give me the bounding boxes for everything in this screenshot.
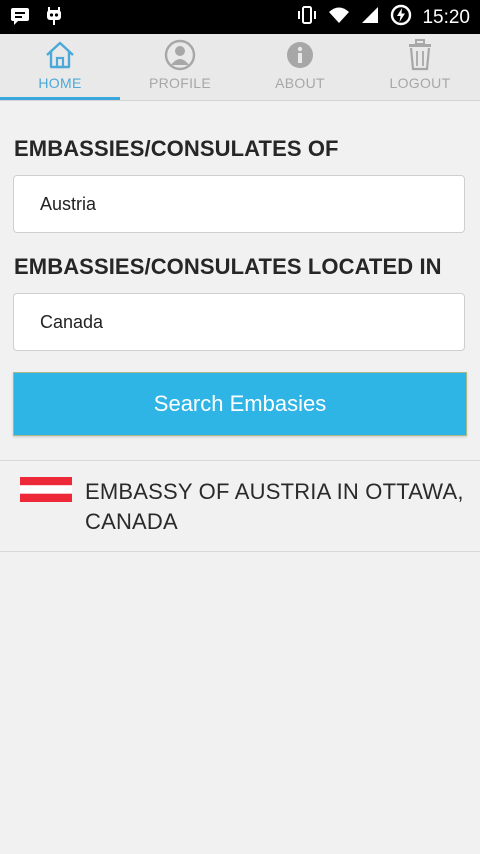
profile-icon bbox=[164, 39, 196, 71]
tab-profile[interactable]: PROFILE bbox=[120, 34, 240, 100]
embassies-of-label: EMBASSIES/CONSULATES OF bbox=[14, 136, 339, 161]
embassies-located-in-label: EMBASSIES/CONSULATES LOCATED IN bbox=[14, 254, 442, 279]
located-in-value: Canada bbox=[40, 311, 104, 332]
tab-about-label: ABOUT bbox=[275, 75, 325, 91]
battery-charging-icon bbox=[390, 4, 412, 31]
android-debug-icon bbox=[44, 6, 64, 31]
search-embassies-button[interactable]: Search Embasies bbox=[13, 372, 467, 436]
austria-flag-icon bbox=[20, 477, 72, 502]
trash-icon bbox=[407, 39, 433, 71]
tab-profile-label: PROFILE bbox=[148, 75, 211, 91]
result-title: EMBASSY OF AUSTRIA IN OTTAWA, CANADA bbox=[85, 479, 464, 534]
tab-bar: HOME PROFILE ABOUT LOGOUT bbox=[0, 34, 480, 101]
info-icon bbox=[286, 39, 314, 71]
wifi-icon bbox=[328, 5, 350, 30]
tab-home[interactable]: HOME bbox=[0, 34, 120, 100]
status-bar: 15:20 bbox=[0, 0, 480, 34]
tab-about[interactable]: ABOUT bbox=[240, 34, 360, 100]
tab-logout[interactable]: LOGOUT bbox=[360, 34, 480, 100]
message-icon bbox=[10, 6, 30, 31]
vibrate-icon bbox=[296, 5, 318, 30]
clock: 15:20 bbox=[422, 6, 470, 28]
result-list-item[interactable]: EMBASSY OF AUSTRIA IN OTTAWA, CANADA bbox=[0, 460, 480, 552]
country-of-select[interactable]: Austria bbox=[13, 175, 465, 233]
signal-icon bbox=[360, 5, 380, 30]
located-in-select[interactable]: Canada bbox=[13, 293, 465, 351]
tab-home-label: HOME bbox=[38, 75, 82, 91]
country-of-value: Austria bbox=[40, 193, 97, 214]
home-icon bbox=[44, 39, 76, 71]
tab-logout-label: LOGOUT bbox=[389, 75, 451, 91]
